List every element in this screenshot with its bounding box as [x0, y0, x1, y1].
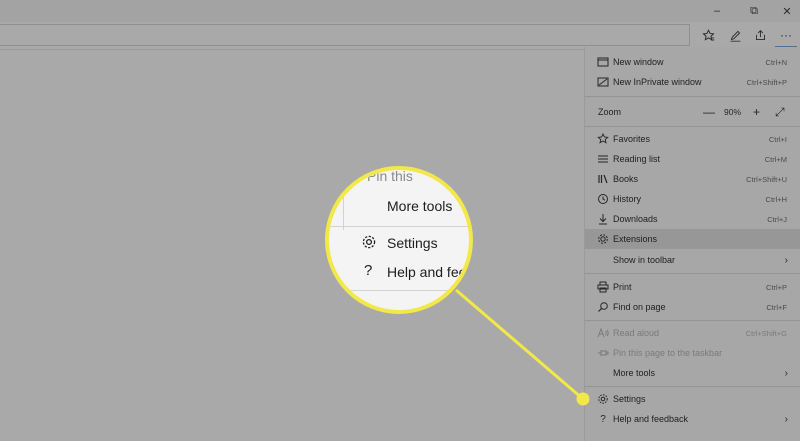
magnifier-callout: Pin this More tools Settings ? Help and … [325, 166, 473, 314]
gear-icon [361, 234, 377, 254]
magnified-help: Help and fee [387, 264, 467, 280]
callout-dot [576, 392, 590, 406]
magnified-settings: Settings [387, 235, 438, 251]
callout-line [455, 288, 584, 401]
magnifier-divider [329, 290, 469, 291]
magnified-pin-text: Pin this [367, 168, 413, 184]
magnifier-divider [329, 226, 469, 227]
magnifier-divider [343, 170, 344, 230]
magnified-more-tools: More tools [387, 198, 453, 214]
help-icon: ? [364, 262, 373, 279]
